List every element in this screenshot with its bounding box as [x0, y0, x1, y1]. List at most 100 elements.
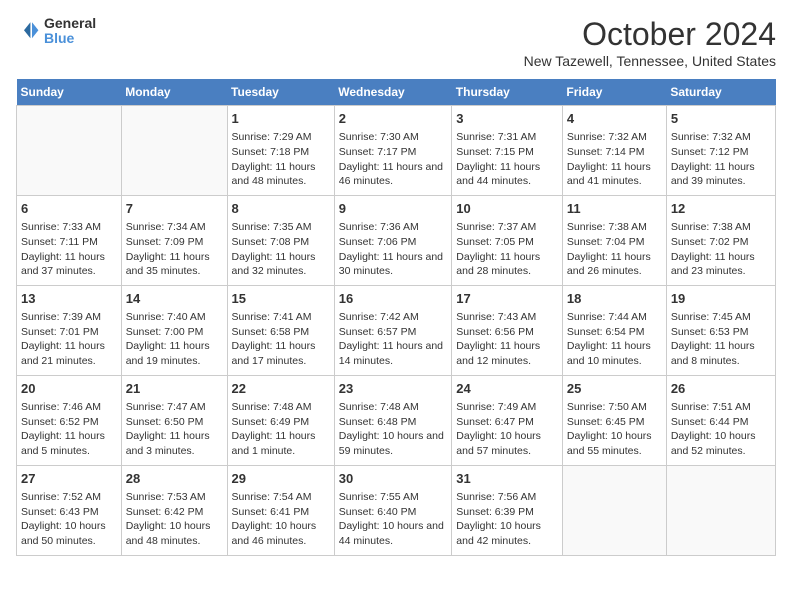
day-number: 25 [567, 380, 662, 398]
day-info: Sunrise: 7:34 AM Sunset: 7:09 PM Dayligh… [126, 220, 223, 279]
day-info: Sunrise: 7:35 AM Sunset: 7:08 PM Dayligh… [232, 220, 330, 279]
day-number: 22 [232, 380, 330, 398]
day-number: 13 [21, 290, 117, 308]
day-number: 12 [671, 200, 771, 218]
day-number: 16 [339, 290, 448, 308]
day-info: Sunrise: 7:29 AM Sunset: 7:18 PM Dayligh… [232, 130, 330, 189]
calendar-cell: 1 Sunrise: 7:29 AM Sunset: 7:18 PM Daylig… [227, 106, 334, 196]
calendar-week-row: 27 Sunrise: 7:52 AM Sunset: 6:43 PM Dayli… [17, 465, 776, 555]
day-info: Sunrise: 7:46 AM Sunset: 6:52 PM Dayligh… [21, 400, 117, 459]
day-info: Sunrise: 7:38 AM Sunset: 7:02 PM Dayligh… [671, 220, 771, 279]
day-info: Sunrise: 7:33 AM Sunset: 7:11 PM Dayligh… [21, 220, 117, 279]
header-cell-friday: Friday [562, 79, 666, 106]
day-number: 1 [232, 110, 330, 128]
header-cell-wednesday: Wednesday [334, 79, 452, 106]
day-info: Sunrise: 7:32 AM Sunset: 7:12 PM Dayligh… [671, 130, 771, 189]
day-number: 26 [671, 380, 771, 398]
day-number: 23 [339, 380, 448, 398]
calendar-cell [562, 465, 666, 555]
calendar-cell: 13 Sunrise: 7:39 AM Sunset: 7:01 PM Dayli… [17, 285, 122, 375]
calendar-cell: 15 Sunrise: 7:41 AM Sunset: 6:58 PM Dayli… [227, 285, 334, 375]
day-number: 10 [456, 200, 558, 218]
calendar-cell: 11 Sunrise: 7:38 AM Sunset: 7:04 PM Dayli… [562, 195, 666, 285]
day-info: Sunrise: 7:53 AM Sunset: 6:42 PM Dayligh… [126, 490, 223, 549]
day-number: 6 [21, 200, 117, 218]
logo-text-general: General [44, 16, 96, 31]
day-number: 21 [126, 380, 223, 398]
day-info: Sunrise: 7:36 AM Sunset: 7:06 PM Dayligh… [339, 220, 448, 279]
day-number: 31 [456, 470, 558, 488]
calendar-week-row: 1 Sunrise: 7:29 AM Sunset: 7:18 PM Daylig… [17, 106, 776, 196]
calendar-cell [666, 465, 775, 555]
calendar-cell: 19Sunrise: 7:45 AM Sunset: 6:53 PM Dayli… [666, 285, 775, 375]
calendar-cell: 29Sunrise: 7:54 AM Sunset: 6:41 PM Dayli… [227, 465, 334, 555]
day-info: Sunrise: 7:38 AM Sunset: 7:04 PM Dayligh… [567, 220, 662, 279]
calendar-cell: 3 Sunrise: 7:31 AM Sunset: 7:15 PM Daylig… [452, 106, 563, 196]
day-number: 2 [339, 110, 448, 128]
calendar-cell: 7 Sunrise: 7:34 AM Sunset: 7:09 PM Daylig… [121, 195, 227, 285]
calendar-title: October 2024 [524, 16, 776, 53]
day-number: 20 [21, 380, 117, 398]
day-number: 14 [126, 290, 223, 308]
day-info: Sunrise: 7:41 AM Sunset: 6:58 PM Dayligh… [232, 310, 330, 369]
day-info: Sunrise: 7:37 AM Sunset: 7:05 PM Dayligh… [456, 220, 558, 279]
calendar-cell [121, 106, 227, 196]
header-cell-saturday: Saturday [666, 79, 775, 106]
calendar-table: SundayMondayTuesdayWednesdayThursdayFrid… [16, 79, 776, 556]
calendar-cell [17, 106, 122, 196]
day-info: Sunrise: 7:30 AM Sunset: 7:17 PM Dayligh… [339, 130, 448, 189]
header-cell-thursday: Thursday [452, 79, 563, 106]
calendar-week-row: 6 Sunrise: 7:33 AM Sunset: 7:11 PM Daylig… [17, 195, 776, 285]
day-number: 11 [567, 200, 662, 218]
day-number: 24 [456, 380, 558, 398]
header-cell-monday: Monday [121, 79, 227, 106]
calendar-cell: 17 Sunrise: 7:43 AM Sunset: 6:56 PM Dayli… [452, 285, 563, 375]
header-cell-tuesday: Tuesday [227, 79, 334, 106]
day-info: Sunrise: 7:52 AM Sunset: 6:43 PM Dayligh… [21, 490, 117, 549]
calendar-cell: 4Sunrise: 7:32 AM Sunset: 7:14 PM Daylig… [562, 106, 666, 196]
day-info: Sunrise: 7:55 AM Sunset: 6:40 PM Dayligh… [339, 490, 448, 549]
day-number: 7 [126, 200, 223, 218]
day-info: Sunrise: 7:49 AM Sunset: 6:47 PM Dayligh… [456, 400, 558, 459]
day-number: 18 [567, 290, 662, 308]
header-cell-sunday: Sunday [17, 79, 122, 106]
day-info: Sunrise: 7:39 AM Sunset: 7:01 PM Dayligh… [21, 310, 117, 369]
day-info: Sunrise: 7:47 AM Sunset: 6:50 PM Dayligh… [126, 400, 223, 459]
day-number: 3 [456, 110, 558, 128]
logo: General Blue [16, 16, 96, 47]
day-number: 9 [339, 200, 448, 218]
calendar-cell: 8 Sunrise: 7:35 AM Sunset: 7:08 PM Daylig… [227, 195, 334, 285]
day-info: Sunrise: 7:48 AM Sunset: 6:48 PM Dayligh… [339, 400, 448, 459]
calendar-subtitle: New Tazewell, Tennessee, United States [524, 53, 776, 69]
calendar-cell: 27 Sunrise: 7:52 AM Sunset: 6:43 PM Dayli… [17, 465, 122, 555]
calendar-cell: 22Sunrise: 7:48 AM Sunset: 6:49 PM Dayli… [227, 375, 334, 465]
day-number: 17 [456, 290, 558, 308]
calendar-cell: 18Sunrise: 7:44 AM Sunset: 6:54 PM Dayli… [562, 285, 666, 375]
calendar-cell: 16Sunrise: 7:42 AM Sunset: 6:57 PM Dayli… [334, 285, 452, 375]
day-info: Sunrise: 7:32 AM Sunset: 7:14 PM Dayligh… [567, 130, 662, 189]
day-info: Sunrise: 7:45 AM Sunset: 6:53 PM Dayligh… [671, 310, 771, 369]
day-info: Sunrise: 7:31 AM Sunset: 7:15 PM Dayligh… [456, 130, 558, 189]
day-number: 15 [232, 290, 330, 308]
calendar-cell: 20 Sunrise: 7:46 AM Sunset: 6:52 PM Dayli… [17, 375, 122, 465]
day-info: Sunrise: 7:50 AM Sunset: 6:45 PM Dayligh… [567, 400, 662, 459]
day-number: 8 [232, 200, 330, 218]
header-row: SundayMondayTuesdayWednesdayThursdayFrid… [17, 79, 776, 106]
calendar-cell: 23 Sunrise: 7:48 AM Sunset: 6:48 PM Dayli… [334, 375, 452, 465]
day-info: Sunrise: 7:56 AM Sunset: 6:39 PM Dayligh… [456, 490, 558, 549]
title-area: October 2024 New Tazewell, Tennessee, Un… [524, 16, 776, 69]
day-number: 29 [232, 470, 330, 488]
day-info: Sunrise: 7:40 AM Sunset: 7:00 PM Dayligh… [126, 310, 223, 369]
day-info: Sunrise: 7:43 AM Sunset: 6:56 PM Dayligh… [456, 310, 558, 369]
calendar-cell: 6 Sunrise: 7:33 AM Sunset: 7:11 PM Daylig… [17, 195, 122, 285]
page-header: General Blue October 2024 New Tazewell, … [16, 16, 776, 69]
calendar-cell: 5Sunrise: 7:32 AM Sunset: 7:12 PM Daylig… [666, 106, 775, 196]
calendar-cell: 31 Sunrise: 7:56 AM Sunset: 6:39 PM Dayli… [452, 465, 563, 555]
logo-text-blue: Blue [44, 31, 96, 46]
calendar-cell: 12 Sunrise: 7:38 AM Sunset: 7:02 PM Dayli… [666, 195, 775, 285]
day-info: Sunrise: 7:51 AM Sunset: 6:44 PM Dayligh… [671, 400, 771, 459]
calendar-cell: 25 Sunrise: 7:50 AM Sunset: 6:45 PM Dayli… [562, 375, 666, 465]
calendar-cell: 2 Sunrise: 7:30 AM Sunset: 7:17 PM Daylig… [334, 106, 452, 196]
day-number: 27 [21, 470, 117, 488]
calendar-cell: 26 Sunrise: 7:51 AM Sunset: 6:44 PM Dayli… [666, 375, 775, 465]
